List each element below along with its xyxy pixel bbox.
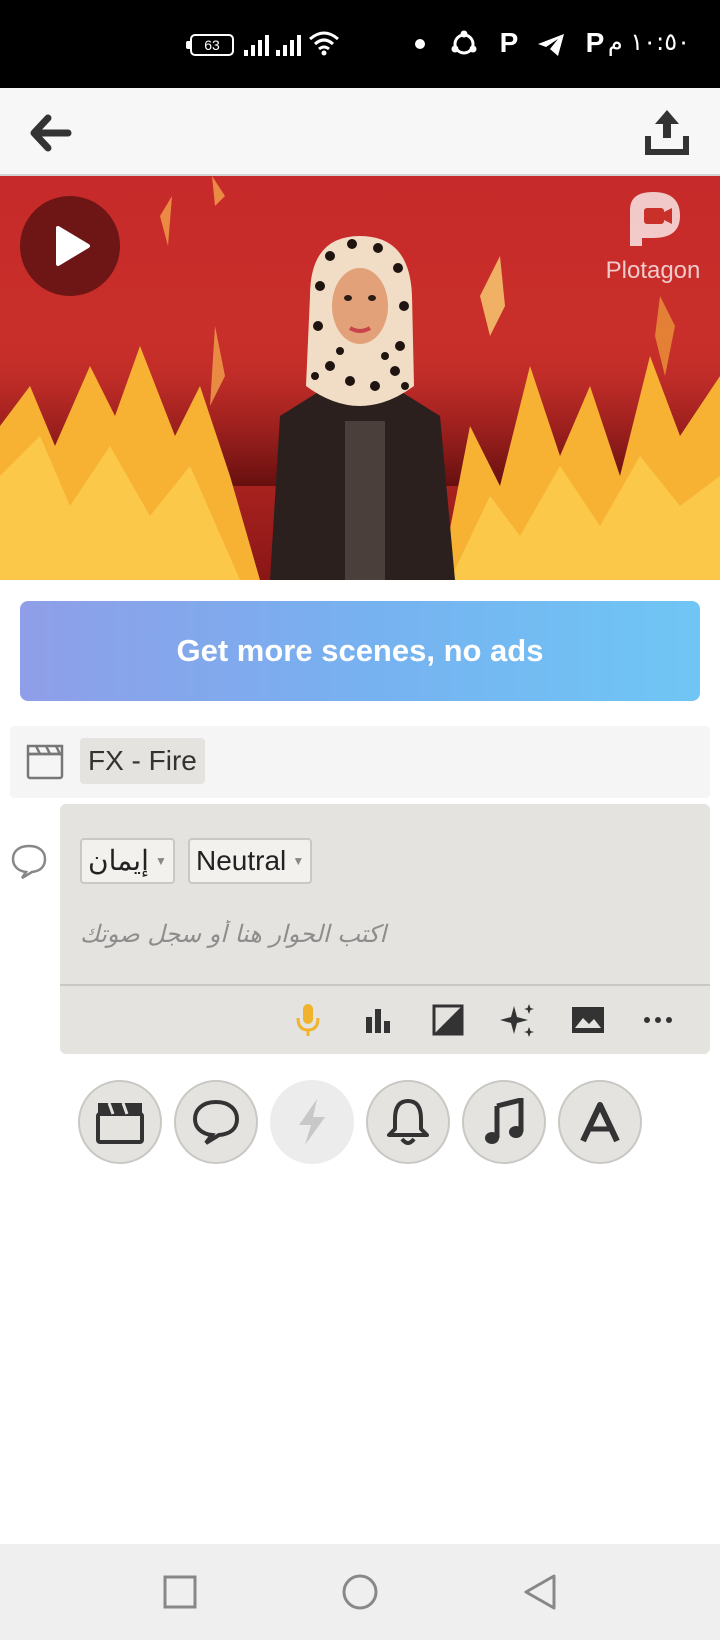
effects-button[interactable] [498,1000,538,1040]
dialog-input[interactable] [80,914,690,954]
app-bar [0,88,720,176]
video-preview[interactable]: Plotagon [0,176,720,580]
add-music-button[interactable] [462,1080,546,1164]
nav-back-button[interactable] [516,1568,564,1616]
dot-icon [415,39,425,49]
text-icon [580,1102,620,1143]
mood-select[interactable]: Neutral ▼ [188,838,313,884]
promo-banner[interactable]: Get more scenes, no ads [20,601,700,701]
watermark-label: Plotagon [605,257,701,284]
play-icon [56,226,90,266]
share-button[interactable] [642,106,692,156]
clapperboard-icon [96,1102,144,1144]
triangle-back-icon [524,1574,556,1610]
battery-icon: 63 [186,34,234,56]
scene-label[interactable]: FX - Fire [80,738,205,784]
add-action-button[interactable] [270,1080,354,1164]
status-bar: 63 P P ١٠:٥٠ م [0,0,720,88]
wifi-icon [309,31,339,56]
watermark: Plotagon [598,188,708,285]
add-scene-button[interactable] [78,1080,162,1164]
more-button[interactable] [638,1000,678,1040]
add-text-button[interactable] [558,1080,642,1164]
speech-bubble-icon [11,844,47,880]
mood-value: Neutral [196,845,287,876]
recents-button[interactable] [156,1568,204,1616]
arrow-left-icon [30,114,72,152]
clapperboard-icon [26,744,64,780]
contrast-button[interactable] [428,1000,468,1040]
bar-chart-icon [366,1009,390,1033]
music-note-icon [485,1098,524,1144]
contrast-icon [432,1004,464,1036]
microphone-button[interactable] [288,1000,328,1040]
add-dialogue-button[interactable] [174,1080,258,1164]
chart-button[interactable] [358,1000,398,1040]
character-select[interactable]: إيمان ▼ [80,838,175,884]
speech-bubble-icon [192,1099,240,1145]
more-icon [644,1017,672,1023]
plotagon-logo-icon [630,192,680,246]
p-app-icon: P [499,27,519,58]
sparkle-icon [500,1004,534,1037]
microphone-icon [296,1004,320,1036]
add-sound-effect-button[interactable] [366,1080,450,1164]
play-button[interactable] [20,196,120,296]
image-icon [572,1007,604,1033]
home-button[interactable] [336,1568,384,1616]
share-tray-icon [645,110,689,155]
sync-icon [451,30,477,55]
lightning-icon [299,1099,325,1145]
chevron-down-icon: ▼ [154,854,167,868]
circle-icon [342,1574,378,1610]
signal-icon [244,35,269,56]
dialog-card: إيمان ▼ Neutral ▼ [60,804,710,1054]
divider [60,984,710,986]
telegram-icon [538,34,564,56]
signal-icon-2 [276,35,301,56]
bell-icon [387,1099,429,1145]
character-value: إيمان [88,845,149,876]
back-button[interactable] [28,110,74,156]
image-button[interactable] [568,1000,608,1040]
scene-row[interactable]: FX - Fire [10,726,710,798]
square-icon [163,1575,197,1609]
chevron-down-icon: ▼ [292,854,305,868]
navigation-bar [0,1544,720,1640]
clock: ١٠:٥٠ م [607,28,690,56]
